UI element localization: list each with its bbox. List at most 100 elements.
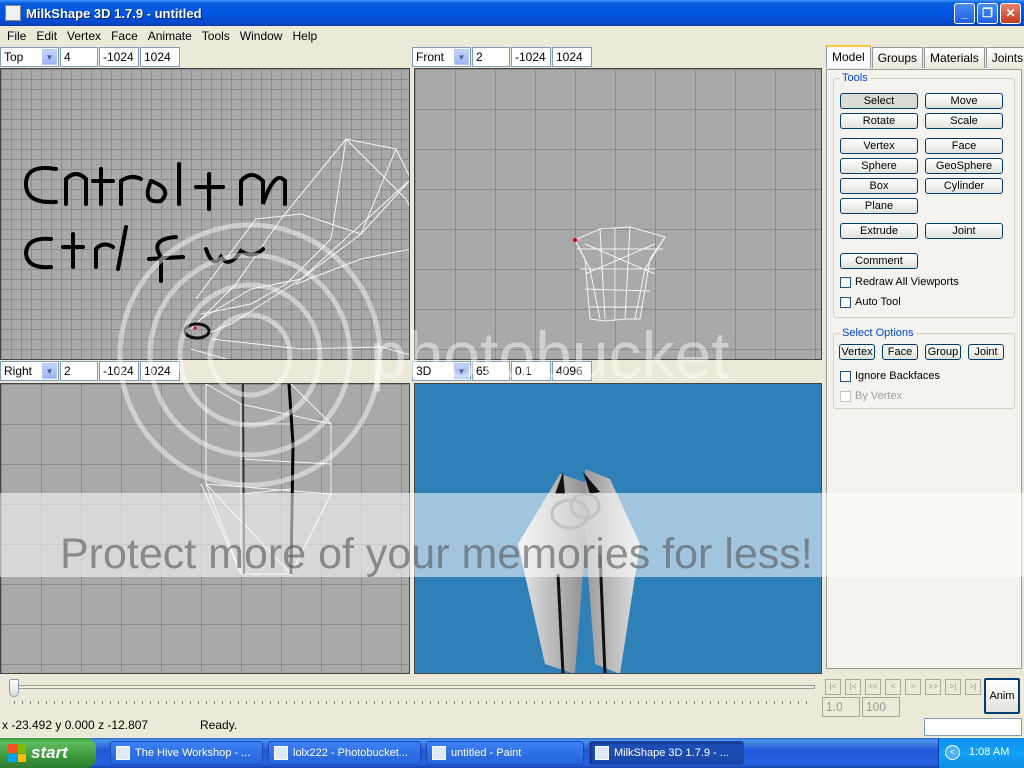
top-max-field[interactable]: 1024	[140, 47, 180, 67]
windows-flag-icon	[8, 744, 26, 762]
front-viewport[interactable]	[414, 68, 822, 360]
cylinder-tool-button[interactable]: Cylinder	[925, 178, 1003, 194]
task-hive-workshop[interactable]: The Hive Workshop - ...	[110, 741, 263, 765]
minimize-button[interactable]: _	[954, 3, 975, 24]
fast-forward-button[interactable]: >>	[925, 679, 941, 695]
panel-tabs: Model Groups Materials Joints	[826, 45, 1024, 68]
last-frame-button[interactable]: >|	[965, 679, 981, 695]
front-view-select[interactable]: Front ▼	[412, 47, 471, 67]
joint-tool-button[interactable]: Joint	[925, 223, 1003, 239]
top-zoom-field[interactable]: 4	[60, 47, 98, 67]
prev-key-button[interactable]: |<	[845, 679, 861, 695]
first-frame-button[interactable]: |<	[825, 679, 841, 695]
start-button[interactable]: start	[0, 738, 96, 768]
menu-animate[interactable]: Animate	[143, 29, 197, 43]
close-button[interactable]: ✕	[1000, 3, 1021, 24]
taskbar: start The Hive Workshop - ... lolx222 - …	[0, 738, 1024, 768]
total-frames-field[interactable]: 100	[862, 697, 900, 717]
select-vertex-button[interactable]: Vertex	[839, 344, 875, 360]
top-viewport-header: Top ▼ 4 -1024 1024	[0, 46, 180, 68]
front-zoom-field[interactable]: 2	[472, 47, 510, 67]
mesh-right-blade	[585, 469, 640, 673]
clock: 1:08 AM	[969, 746, 1010, 758]
right-view-select[interactable]: Right ▼	[0, 361, 59, 381]
menu-vertex[interactable]: Vertex	[62, 29, 106, 43]
vertex-tool-button[interactable]: Vertex	[840, 138, 918, 154]
geosphere-tool-button[interactable]: GeoSphere	[925, 158, 1003, 174]
face-tool-button[interactable]: Face	[925, 138, 1003, 154]
anim-toggle-button[interactable]: Anim	[984, 678, 1020, 714]
menu-help[interactable]: Help	[287, 29, 322, 43]
menu-face[interactable]: Face	[106, 29, 143, 43]
menu-window[interactable]: Window	[235, 29, 288, 43]
top-min-field[interactable]: -1024	[99, 47, 139, 67]
mesh-wireframe	[574, 226, 666, 322]
top-viewport-drawing	[23, 138, 409, 359]
ignore-backfaces-checkbox[interactable]: Ignore Backfaces	[840, 370, 940, 382]
by-vertex-label: By Vertex	[855, 390, 903, 402]
task-label: lolx222 - Photobucket...	[293, 747, 408, 759]
right-min-field[interactable]: -1024	[99, 361, 139, 381]
tab-model[interactable]: Model	[826, 45, 871, 68]
selected-object	[183, 322, 211, 340]
chevron-down-icon: ▼	[42, 49, 57, 65]
3d-far-field[interactable]: 4096	[552, 361, 592, 381]
box-tool-button[interactable]: Box	[840, 178, 918, 194]
menu-file[interactable]: File	[2, 29, 31, 43]
front-min-field[interactable]: -1024	[511, 47, 551, 67]
auto-tool-checkbox[interactable]: Auto Tool	[840, 296, 901, 308]
current-frame-field[interactable]: 1.0	[822, 697, 860, 717]
top-view-select[interactable]: Top ▼	[0, 47, 59, 67]
right-zoom-field[interactable]: 2	[60, 361, 98, 381]
select-face-button[interactable]: Face	[882, 344, 918, 360]
select-joint-button[interactable]: Joint	[968, 344, 1004, 360]
scale-tool-button[interactable]: Scale	[925, 113, 1003, 129]
tab-joints[interactable]: Joints	[985, 47, 1024, 68]
task-photobucket[interactable]: lolx222 - Photobucket...	[268, 741, 421, 765]
title-bar[interactable]: MilkShape 3D 1.7.9 - untitled _ ❐ ✕	[0, 0, 1024, 26]
tray-expand-icon[interactable]: <	[945, 745, 960, 760]
by-vertex-checkbox[interactable]: By Vertex	[840, 390, 902, 402]
right-max-field[interactable]: 1024	[140, 361, 180, 381]
menu-edit[interactable]: Edit	[31, 29, 62, 43]
window-title: MilkShape 3D 1.7.9 - untitled	[26, 5, 202, 21]
browser-icon	[274, 746, 288, 760]
task-label: MilkShape 3D 1.7.9 - ...	[614, 747, 729, 759]
redraw-all-checkbox[interactable]: Redraw All Viewports	[840, 276, 959, 288]
tool-panel: Model Groups Materials Joints Tools Sele…	[824, 45, 1024, 675]
3d-view-select[interactable]: 3D ▼	[412, 361, 471, 381]
frame-slider-thumb[interactable]	[9, 679, 19, 697]
next-key-button[interactable]: >|	[945, 679, 961, 695]
select-tool-button[interactable]: Select	[840, 93, 918, 109]
top-viewport[interactable]	[0, 68, 410, 360]
right-viewport[interactable]	[0, 383, 410, 674]
3d-viewport[interactable]	[414, 383, 822, 674]
milkshape-window: MilkShape 3D 1.7.9 - untitled _ ❐ ✕ File…	[0, 0, 1024, 768]
selected-vertex	[573, 238, 577, 242]
rewind-button[interactable]: <<	[865, 679, 881, 695]
rotate-tool-button[interactable]: Rotate	[840, 113, 918, 129]
maximize-button[interactable]: ❐	[977, 3, 998, 24]
tab-groups[interactable]: Groups	[871, 47, 924, 68]
tab-materials[interactable]: Materials	[924, 47, 985, 68]
3d-near-field[interactable]: 0.1	[511, 361, 551, 381]
sphere-tool-button[interactable]: Sphere	[840, 158, 918, 174]
plane-tool-button[interactable]: Plane	[840, 198, 918, 214]
frame-slider-track[interactable]	[10, 685, 815, 689]
right-viewport-header: Right ▼ 2 -1024 1024	[0, 360, 180, 382]
next-frame-button[interactable]: >	[905, 679, 921, 695]
comment-tool-button[interactable]: Comment	[840, 253, 918, 269]
menu-tools[interactable]: Tools	[197, 29, 235, 43]
checkbox-box	[840, 390, 851, 402]
move-tool-button[interactable]: Move	[925, 93, 1003, 109]
checkbox-box	[840, 296, 851, 308]
task-paint[interactable]: untitled - Paint	[426, 741, 584, 765]
front-max-field[interactable]: 1024	[552, 47, 592, 67]
3d-fov-field[interactable]: 65	[472, 361, 510, 381]
status-message: Ready.	[200, 718, 238, 732]
tools-group: Tools Select Move Rotate Scale Vertex Fa…	[833, 72, 1015, 318]
task-milkshape[interactable]: MilkShape 3D 1.7.9 - ...	[589, 741, 744, 765]
prev-frame-button[interactable]: <	[885, 679, 901, 695]
select-group-button[interactable]: Group	[925, 344, 961, 360]
extrude-tool-button[interactable]: Extrude	[840, 223, 918, 239]
